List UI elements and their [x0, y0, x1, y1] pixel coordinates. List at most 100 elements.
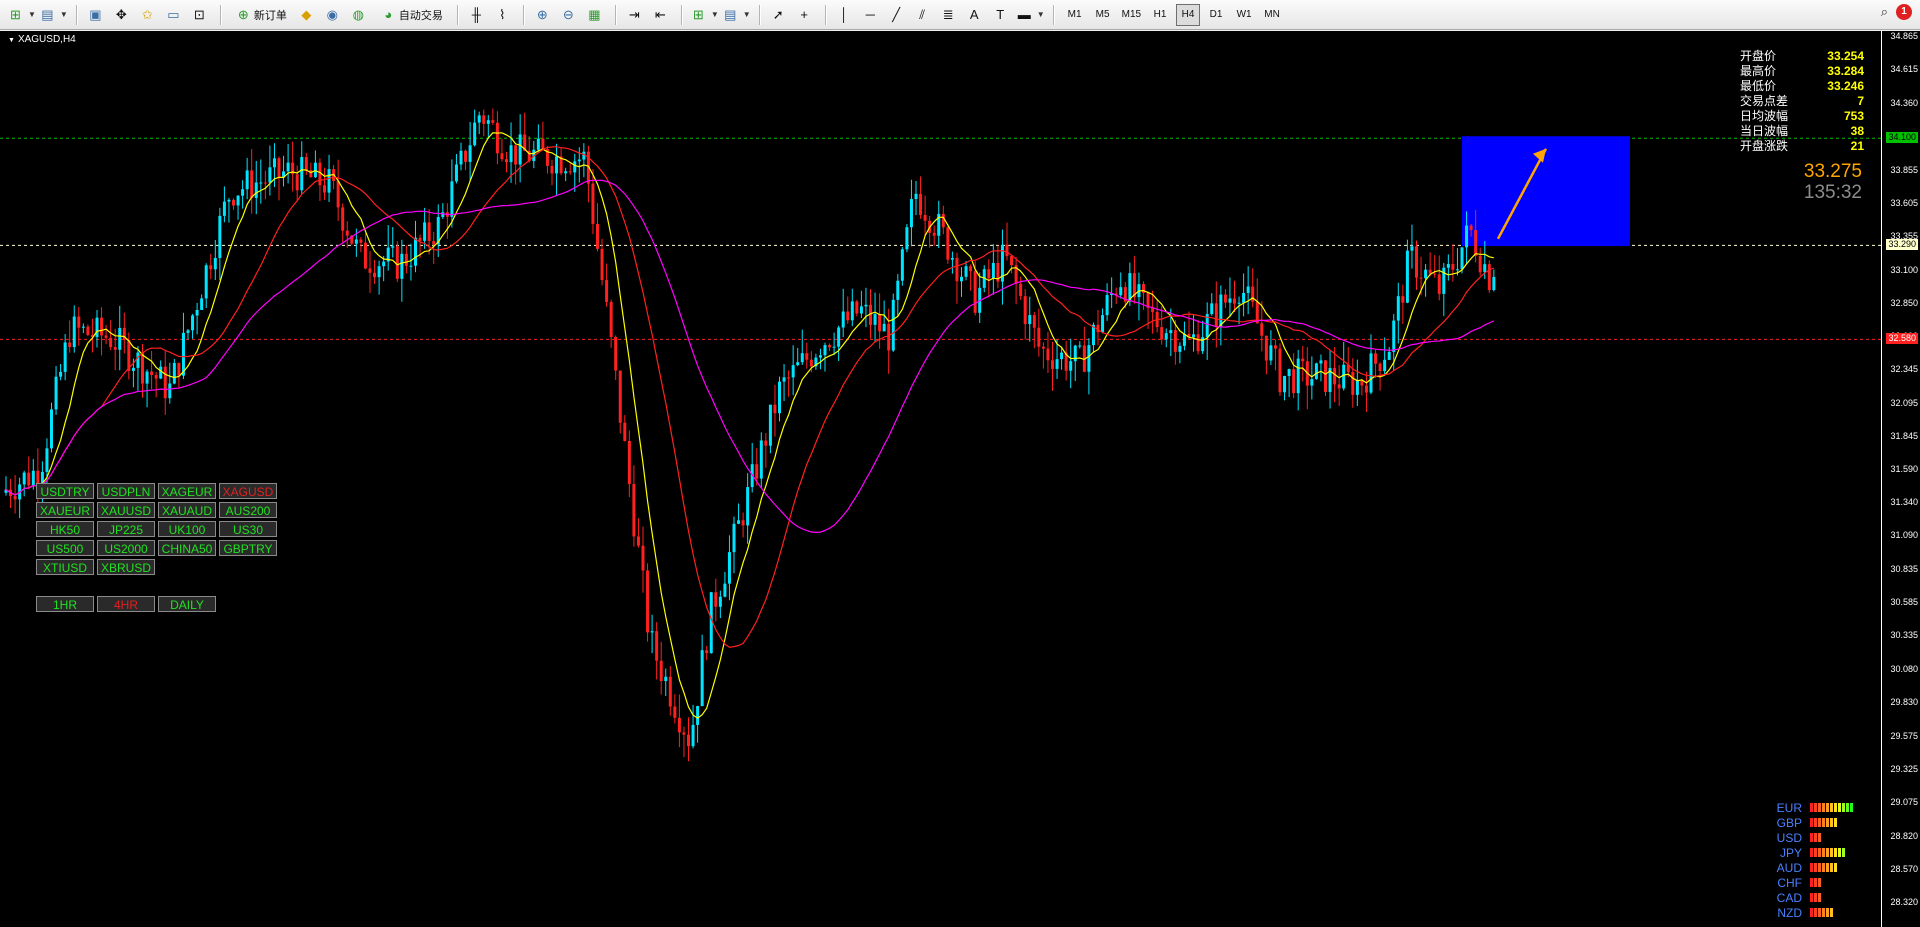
symbol-button-usdtry[interactable]: USDTRY	[36, 483, 94, 499]
auto-trading-button[interactable]: ◕ 自动交易	[375, 4, 449, 26]
rectangle-icon: ▬	[1017, 7, 1031, 22]
text-button[interactable]: A	[965, 4, 987, 26]
timeframe-mn-button[interactable]: MN	[1260, 4, 1284, 26]
currency-name: CAD	[1776, 890, 1802, 905]
symbol-button-xagusd[interactable]: XAGUSD	[219, 483, 277, 499]
search-icon[interactable]: ⌕	[1881, 4, 1888, 20]
candle	[268, 145, 272, 196]
timeframe-switch-4hr[interactable]: 4HR	[97, 596, 155, 612]
candle	[309, 162, 313, 178]
trendline-button[interactable]: ╱	[887, 4, 909, 26]
market-watch-button[interactable]: ▣	[86, 4, 108, 26]
candle	[145, 369, 149, 408]
timeframe-w1-button[interactable]: W1	[1232, 4, 1256, 26]
candle	[850, 288, 854, 327]
candle	[714, 578, 718, 622]
new-chart-button[interactable]: ⊞ ▼	[8, 4, 36, 26]
currency-name: GBP	[1776, 815, 1802, 830]
timeframe-switch-1hr[interactable]: 1HR	[36, 596, 94, 612]
line-chart-button[interactable]: ⌇	[493, 4, 515, 26]
candle	[1387, 347, 1391, 361]
symbol-button-xtiusd[interactable]: XTIUSD	[36, 559, 94, 575]
symbol-button-aus200[interactable]: AUS200	[219, 502, 277, 518]
toolbar-separator	[758, 4, 761, 25]
timeframe-switch-daily[interactable]: DAILY	[158, 596, 216, 612]
symbol-button-china50[interactable]: CHINA50	[158, 540, 216, 556]
symbol-button-usdpln[interactable]: USDPLN	[97, 483, 155, 499]
symbol-button-xauusd[interactable]: XAUUSD	[97, 502, 155, 518]
candle	[168, 362, 172, 404]
target-zone-box	[1462, 136, 1630, 247]
candle	[1064, 340, 1068, 381]
symbol-button-hk50[interactable]: HK50	[36, 521, 94, 537]
candle	[1478, 247, 1482, 276]
candle	[218, 207, 222, 281]
symbol-button-xauaud[interactable]: XAUAUD	[158, 502, 216, 518]
candle	[1219, 285, 1223, 346]
strength-bar-segment	[1810, 803, 1813, 812]
data-window-button[interactable]: ✥	[112, 4, 134, 26]
new-order-button[interactable]: ⊕ 新订单	[230, 4, 293, 26]
candle	[509, 122, 513, 183]
symbol-button-xbrusd[interactable]: XBRUSD	[97, 559, 155, 575]
timeframe-m1-button[interactable]: M1	[1063, 4, 1087, 26]
text-label-button[interactable]: T	[991, 4, 1013, 26]
info-row: 开盘价 33.254	[1740, 49, 1864, 64]
timeframe-m5-button[interactable]: M5	[1091, 4, 1115, 26]
indicators-button[interactable]: ⊞ ▼	[691, 4, 719, 26]
timeframe-h4-button[interactable]: H4	[1176, 3, 1201, 26]
candle	[960, 267, 963, 297]
symbol-button-us30[interactable]: US30	[219, 521, 277, 537]
candle	[1374, 349, 1378, 378]
strategy-tester-button[interactable]: ⊡	[190, 4, 212, 26]
symbol-button-us2000[interactable]: US2000	[97, 540, 155, 556]
strength-bars	[1810, 893, 1821, 902]
vertical-line-button[interactable]: │	[835, 4, 857, 26]
navigator-button[interactable]: ✩	[138, 4, 160, 26]
zoom-in-button[interactable]: ⊕	[533, 4, 555, 26]
price-tick-label: 33.605	[1890, 197, 1918, 208]
timeframe-m15-button[interactable]: M15	[1119, 4, 1144, 26]
strength-row: EUR	[1770, 800, 1853, 815]
bar-chart-button[interactable]: ╫	[467, 4, 489, 26]
timeframe-h1-button[interactable]: H1	[1148, 4, 1172, 26]
timeframe-d1-button[interactable]: D1	[1204, 4, 1228, 26]
symbol-button-gbptry[interactable]: GBPTRY	[219, 540, 277, 556]
candle	[1355, 359, 1359, 406]
notification-icon[interactable]: 1	[1896, 4, 1912, 20]
market-watch-icon: ▣	[89, 7, 102, 22]
arrows-button[interactable]: ▬ ▼	[1017, 4, 1045, 26]
market-button[interactable]: ◍	[349, 4, 371, 26]
candle	[1082, 326, 1086, 373]
terminal-button[interactable]: ▭	[164, 4, 186, 26]
metaeditor-button[interactable]: ◆	[297, 4, 319, 26]
signals-button[interactable]: ◉	[323, 4, 345, 26]
price-tick-label: 29.575	[1890, 730, 1918, 741]
symbol-button-xaueur[interactable]: XAUEUR	[36, 502, 94, 518]
price-axis[interactable]: 34.86534.61534.36034.10033.85533.60533.3…	[1881, 31, 1920, 927]
candle	[764, 433, 768, 468]
auto-scroll-button[interactable]: ⇥	[625, 4, 647, 26]
fibonacci-button[interactable]: ≣	[939, 4, 961, 26]
horizontal-line-button[interactable]: ─	[861, 4, 883, 26]
symbol-button-uk100[interactable]: UK100	[158, 521, 216, 537]
cursor-icon: ➚	[772, 7, 784, 22]
price-chart[interactable]	[0, 31, 1882, 927]
chart-window[interactable]: ▼XAGUSD,H4 34.865 34.615 34.360 34.100 33.85…	[0, 31, 1920, 927]
periods-button[interactable]: ▤ ▼	[723, 4, 751, 26]
profiles-button[interactable]: ▤ ▼	[40, 4, 68, 26]
candle	[646, 563, 650, 642]
symbol-button-us500[interactable]: US500	[36, 540, 94, 556]
equidistant-channel-button[interactable]: ⫽	[913, 4, 935, 26]
candle	[837, 325, 841, 362]
crosshair-button[interactable]: +	[795, 4, 817, 26]
zoom-out-icon: ⊖	[562, 7, 574, 22]
chart-shift-button[interactable]: ⇤	[651, 4, 673, 26]
cursor-button[interactable]: ➚	[769, 4, 791, 26]
symbol-button-xageur[interactable]: XAGEUR	[158, 483, 216, 499]
zoom-out-button[interactable]: ⊖	[559, 4, 581, 26]
symbol-button-jp225[interactable]: JP225	[97, 521, 155, 537]
tile-windows-button[interactable]: ▦	[585, 4, 607, 26]
candle	[896, 274, 900, 316]
strength-bar-segment	[1822, 908, 1825, 917]
